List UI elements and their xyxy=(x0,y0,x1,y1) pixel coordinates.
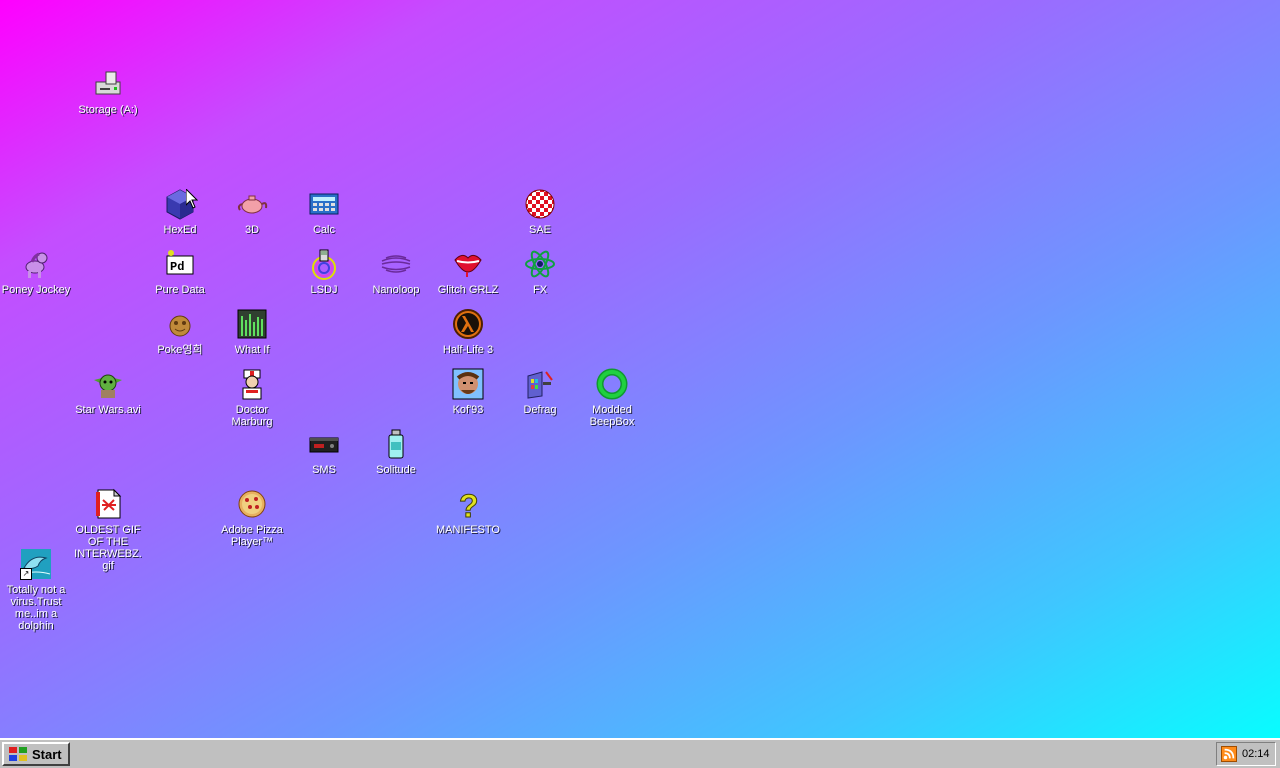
desktop-icon-manifesto[interactable]: ? MANIFESTO xyxy=(432,488,504,536)
question-mark-icon: ? xyxy=(452,488,484,520)
desktop-icon-3d[interactable]: 3D xyxy=(216,188,288,236)
calculator-icon xyxy=(308,188,340,220)
desktop-icon-label: Poney Jockey xyxy=(1,284,71,296)
desktop-icon-label: Modded BeepBox xyxy=(589,404,635,428)
doctor-icon xyxy=(236,368,268,400)
console-icon xyxy=(308,428,340,460)
desktop-icon-half-life-3[interactable]: Half-Life 3 xyxy=(432,308,504,356)
ring-icon xyxy=(596,368,628,400)
desktop-icon-label: What If xyxy=(234,344,270,356)
svg-text:?: ? xyxy=(459,488,479,520)
desktop-icon-glitch-grlz[interactable]: Glitch GRLZ xyxy=(432,248,504,296)
cookie-face-icon xyxy=(164,308,196,340)
system-tray: 02:14 xyxy=(1216,742,1276,766)
desktop-icon-label: Kof'93 xyxy=(452,404,484,416)
atom-icon xyxy=(524,248,556,280)
desktop-icon-defrag[interactable]: Defrag xyxy=(504,368,576,416)
yoda-icon xyxy=(92,368,124,400)
bottle-icon xyxy=(380,428,412,460)
cube-icon xyxy=(164,188,196,220)
desktop-icon-label: Totally not a virus.Trust me..im a dolph… xyxy=(6,584,66,632)
desktop-icon-doctor-marburg[interactable]: Doctor Marburg xyxy=(216,368,288,428)
desktop-icon-poney-jockey[interactable]: Poney Jockey xyxy=(0,248,72,296)
desktop-icon-label: OLDEST GIF OF THE INTERWEBZ.gif xyxy=(74,524,142,572)
gif-file-icon xyxy=(92,488,124,520)
desktop-icon-label: Solitude xyxy=(376,464,416,476)
desktop-icon-lsdj[interactable]: LSDJ xyxy=(288,248,360,296)
windows-logo-icon xyxy=(9,747,27,761)
floppy-drive-icon xyxy=(92,68,124,100)
dolphin-icon: ↗ xyxy=(20,548,52,580)
desktop-icon-label: Doctor Marburg xyxy=(231,404,273,428)
desktop-icon-label: 3D xyxy=(244,224,260,236)
desktop-icon-label: Glitch GRLZ xyxy=(437,284,499,296)
fighter-portrait-icon xyxy=(452,368,484,400)
desktop-icon-label: Calc xyxy=(312,224,335,236)
desktop-icon-label: Star Wars.avi xyxy=(75,404,141,416)
desktop-icon-sae[interactable]: SAE xyxy=(504,188,576,236)
checkered-ball-icon xyxy=(524,188,556,220)
desktop-icon-label: SMS xyxy=(312,464,336,476)
desktop: Storage (A:) HexEd 3D Calc SAE Poney Joc… xyxy=(0,0,1280,738)
desktop-icon-sms[interactable]: SMS xyxy=(288,428,360,476)
start-button[interactable]: Start xyxy=(2,742,70,766)
desktop-icon-what-if[interactable]: What If xyxy=(216,308,288,356)
desktop-icon-label: Storage (A:) xyxy=(78,104,138,116)
desktop-icon-label: SAE xyxy=(528,224,551,236)
shortcut-arrow-icon: ↗ xyxy=(20,568,32,580)
start-label: Start xyxy=(32,746,62,762)
svg-text:Pd: Pd xyxy=(170,260,184,274)
desktop-icon-label: LSDJ xyxy=(310,284,338,296)
equalizer-icon xyxy=(236,308,268,340)
pd-icon: Pd xyxy=(164,248,196,280)
desktop-icon-hexed[interactable]: HexEd xyxy=(144,188,216,236)
pizza-icon xyxy=(236,488,268,520)
desktop-icon-dolphin-shortcut[interactable]: ↗ Totally not a virus.Trust me..im a dol… xyxy=(0,548,72,632)
rss-icon[interactable] xyxy=(1221,746,1237,762)
lips-icon xyxy=(452,248,484,280)
desktop-icon-label: Pure Data xyxy=(155,284,205,296)
desktop-icon-storage[interactable]: Storage (A:) xyxy=(72,68,144,116)
teapot-icon xyxy=(236,188,268,220)
desktop-icon-nanoloop[interactable]: Nanoloop xyxy=(360,248,432,296)
desktop-icon-poke[interactable]: Poke영희 xyxy=(144,308,216,356)
desktop-icon-label: Defrag xyxy=(523,404,557,416)
pony-icon xyxy=(20,248,52,280)
lambda-icon xyxy=(452,308,484,340)
desktop-icon-label: HexEd xyxy=(163,224,197,236)
desktop-icon-fx[interactable]: FX xyxy=(504,248,576,296)
gameboy-icon xyxy=(308,248,340,280)
desktop-icon-solitude[interactable]: Solitude xyxy=(360,428,432,476)
desktop-icon-star-wars[interactable]: Star Wars.avi xyxy=(72,368,144,416)
desktop-icon-label: Adobe Pizza Player™ xyxy=(221,524,283,548)
desktop-icon-label: MANIFESTO xyxy=(436,524,500,536)
desktop-icon-pure-data[interactable]: Pd Pure Data xyxy=(144,248,216,296)
desktop-icon-label: FX xyxy=(532,284,548,296)
desktop-icon-kof93[interactable]: Kof'93 xyxy=(432,368,504,416)
desktop-icon-oldest-gif[interactable]: OLDEST GIF OF THE INTERWEBZ.gif xyxy=(72,488,144,572)
desktop-icon-adobe-pizza-player[interactable]: Adobe Pizza Player™ xyxy=(216,488,288,548)
taskbar: Start 02:14 xyxy=(0,738,1280,768)
desktop-icon-label: Nanoloop xyxy=(372,284,420,296)
desktop-icon-calc[interactable]: Calc xyxy=(288,188,360,236)
clock: 02:14 xyxy=(1242,748,1270,760)
wave-icon xyxy=(380,248,412,280)
desktop-icon-modded-beepbox[interactable]: Modded BeepBox xyxy=(576,368,648,428)
desktop-icon-label: Poke영희 xyxy=(157,344,203,356)
desktop-icon-label: Half-Life 3 xyxy=(442,344,494,356)
defrag-icon xyxy=(524,368,556,400)
